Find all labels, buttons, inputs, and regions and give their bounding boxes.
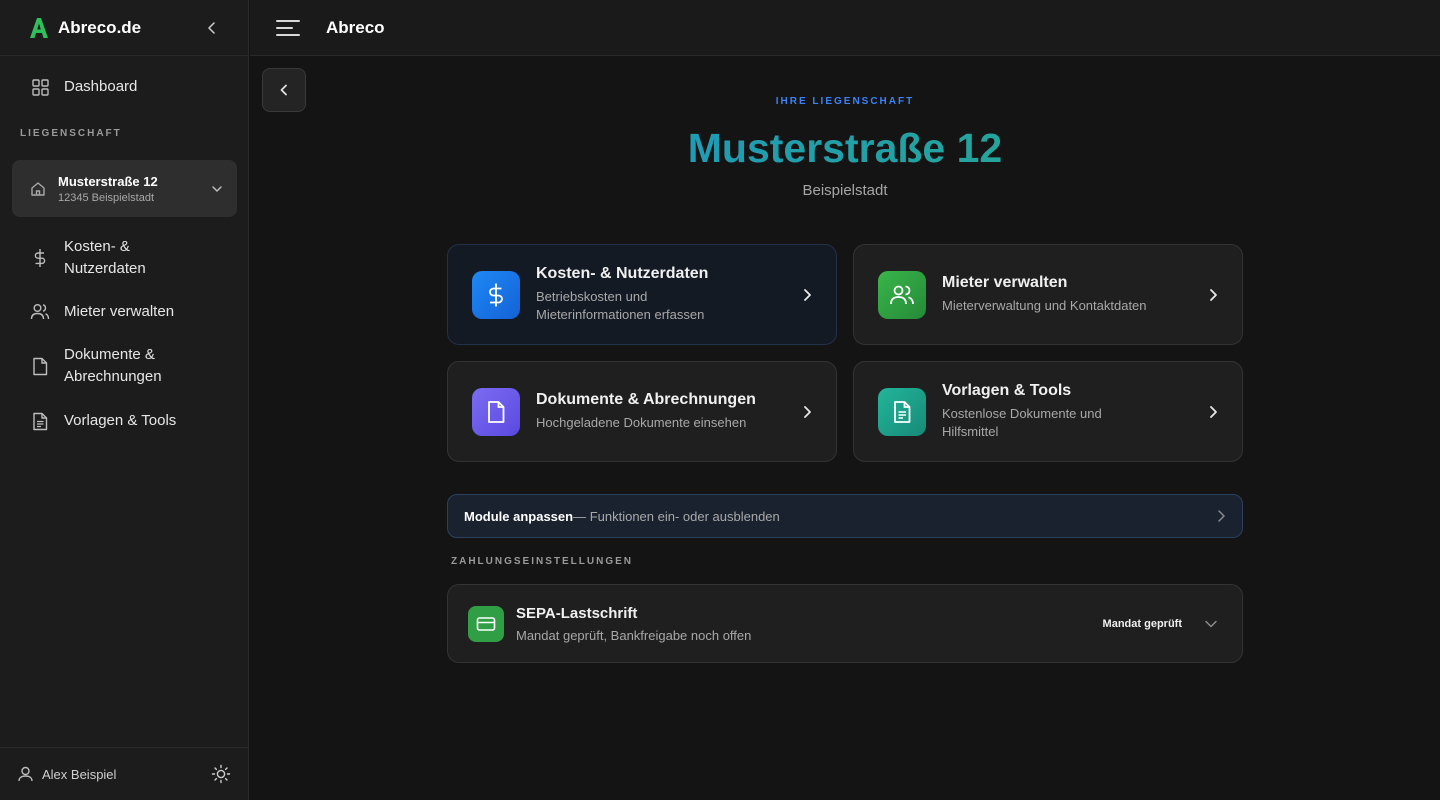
dollar-icon (472, 270, 520, 319)
property-title: Musterstraße 12 (250, 124, 1440, 172)
card-vorlagen-tools[interactable]: Vorlagen & Tools Kostenlose Dokumente un… (853, 361, 1243, 462)
users-icon (30, 302, 50, 322)
sepa-description: Mandat geprüft, Bankfreigabe noch offen (516, 627, 752, 643)
chevron-left-icon (280, 84, 287, 96)
property-name: Musterstraße 12 (58, 173, 158, 189)
menu-icon[interactable] (276, 18, 302, 38)
payment-section-label: ZAHLUNGSEINSTELLUNGEN (451, 556, 633, 567)
file-text-icon (30, 411, 50, 431)
brand-name: Abreco.de (58, 17, 142, 37)
home-icon (30, 181, 46, 197)
modules-title: Module anpassen (464, 508, 574, 524)
card-kosten-nutzerdaten[interactable]: Kosten- & Nutzerdaten Betriebskosten und… (447, 244, 837, 345)
modules-customize-bar[interactable]: Module anpassen — Funktionen ein- oder a… (447, 494, 1243, 538)
sidebar-item-mieter[interactable]: Mieter verwalten (0, 301, 194, 323)
chevron-left-icon (208, 22, 215, 34)
grid-icon (30, 77, 50, 97)
sidebar-item-dokumente[interactable]: Dokumente & Abrechnungen (0, 344, 210, 388)
property-selector[interactable]: Musterstraße 12 12345 Beispielstadt (12, 160, 237, 217)
sidebar-item-label: Mieter verwalten (64, 303, 175, 320)
card-description: Betriebskosten und Mieterinformationen e… (536, 289, 705, 322)
page-title: Abreco (326, 17, 385, 37)
user-name: Alex Beispiel (42, 766, 117, 782)
card-title: Vorlagen & Tools (942, 382, 1072, 399)
user-menu[interactable]: Alex Beispiel (18, 766, 116, 782)
card-description: Hochgeladene Dokumente einsehen (536, 415, 747, 430)
sidebar-item-kosten[interactable]: Kosten- & Nutzerdaten (0, 236, 210, 280)
chevron-down-icon[interactable] (1204, 619, 1218, 629)
card-title: Kosten- & Nutzerdaten (536, 265, 709, 282)
chevron-right-icon (792, 288, 812, 302)
credit-card-icon (468, 605, 504, 642)
chevron-right-icon (1198, 405, 1218, 419)
property-city: Beispielstadt (802, 182, 888, 199)
sidebar-item-dashboard[interactable]: Dashboard (0, 76, 157, 98)
card-title: Mieter verwalten (942, 274, 1068, 291)
sidebar-item-label: Vorlagen & Tools (64, 412, 177, 429)
chevron-right-icon (1198, 288, 1218, 302)
sidebar-item-label: Kosten- & Nutzerdaten (64, 238, 146, 277)
modules-description: — Funktionen ein- oder ausblenden (573, 508, 780, 524)
users-icon (878, 270, 926, 319)
logo-icon (28, 17, 50, 39)
chevron-right-icon (792, 405, 812, 419)
section-label: LIEGENSCHAFT (20, 128, 122, 139)
eyebrow-label: IHRE LIEGENSCHAFT (775, 96, 915, 107)
file-icon (30, 356, 50, 376)
file-icon (472, 387, 520, 436)
sidebar: Abreco.de Dashboard LIEGENSCHAFT Musters… (0, 0, 249, 800)
collapse-sidebar-button[interactable] (202, 18, 222, 38)
card-description: Mieterverwaltung und Kontaktdaten (942, 298, 1147, 313)
sidebar-footer: Alex Beispiel (0, 747, 249, 800)
card-title: Dokumente & Abrechnungen (536, 391, 756, 408)
sidebar-header: Abreco.de (0, 0, 248, 56)
file-text-icon (878, 387, 926, 436)
sidebar-item-vorlagen[interactable]: Vorlagen & Tools (0, 410, 196, 432)
card-mieter-verwalten[interactable]: Mieter verwalten Mieterverwaltung und Ko… (853, 244, 1243, 345)
chevron-down-icon (211, 183, 223, 195)
property-address: 12345 Beispielstadt (58, 191, 155, 204)
sidebar-item-label: Dokumente & Abrechnungen (64, 346, 162, 385)
dollar-icon (30, 248, 50, 268)
sepa-title: SEPA-Lastschrift (516, 604, 638, 622)
chevron-right-icon (1216, 509, 1226, 523)
status-badge: Mandat geprüft (1102, 617, 1182, 630)
theme-toggle-sun-icon[interactable] (211, 764, 231, 784)
sepa-lastschrift-panel[interactable]: SEPA-Lastschrift Mandat geprüft, Bankfre… (447, 584, 1243, 663)
card-dokumente-abrechnungen[interactable]: Dokumente & Abrechnungen Hochgeladene Do… (447, 361, 837, 462)
card-description: Kostenlose Dokumente und Hilfsmittel (942, 406, 1102, 439)
topbar: Abreco (250, 0, 1440, 56)
sidebar-item-label: Dashboard (64, 78, 138, 95)
user-icon (18, 766, 33, 782)
